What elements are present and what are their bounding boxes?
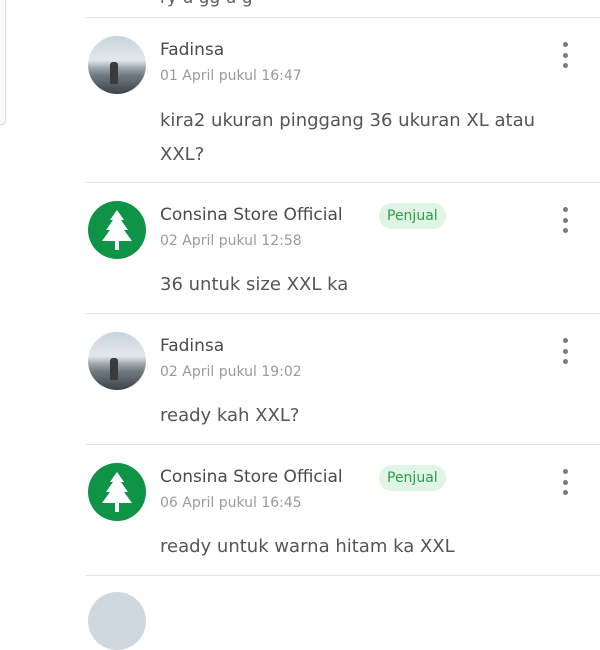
divider bbox=[86, 182, 600, 183]
comment-date: 02 April pukul 19:02 bbox=[160, 364, 302, 380]
pine-tree-icon bbox=[102, 472, 132, 512]
store-avatar[interactable] bbox=[88, 463, 146, 521]
previous-comment-text-partial: ry u gg u g bbox=[160, 0, 253, 8]
side-panel-edge bbox=[0, 0, 6, 125]
commenter-name[interactable]: Fadinsa bbox=[160, 40, 224, 60]
divider bbox=[86, 17, 600, 18]
more-vertical-icon[interactable] bbox=[556, 205, 574, 235]
user-avatar[interactable] bbox=[88, 332, 146, 390]
commenter-name[interactable]: Fadinsa bbox=[160, 336, 224, 356]
more-vertical-icon[interactable] bbox=[556, 40, 574, 70]
more-vertical-icon[interactable] bbox=[556, 467, 574, 497]
seller-badge: Penjual bbox=[379, 465, 446, 491]
comment-text: ready kah XXL? bbox=[160, 405, 300, 426]
comment-date: 06 April pukul 16:45 bbox=[160, 495, 302, 511]
divider bbox=[86, 444, 600, 445]
commenter-name[interactable]: Consina Store Official bbox=[160, 205, 343, 225]
comment-date: 02 April pukul 12:58 bbox=[160, 233, 302, 249]
comment-text: kira2 ukuran pinggang 36 ukuran XL atau … bbox=[160, 110, 536, 165]
comment-text: ready untuk warna hitam ka XXL bbox=[160, 536, 455, 557]
user-avatar[interactable] bbox=[88, 36, 146, 94]
divider bbox=[86, 575, 600, 576]
more-vertical-icon[interactable] bbox=[556, 336, 574, 366]
divider bbox=[86, 313, 600, 314]
pine-tree-icon bbox=[102, 210, 132, 250]
store-avatar[interactable] bbox=[88, 201, 146, 259]
comment-text: 36 untuk size XXL ka bbox=[160, 274, 349, 295]
commenter-name[interactable]: Consina Store Official bbox=[160, 467, 343, 487]
seller-badge: Penjual bbox=[379, 203, 446, 229]
comment-date: 01 April pukul 16:47 bbox=[160, 68, 302, 84]
user-avatar-partial[interactable] bbox=[88, 592, 146, 650]
